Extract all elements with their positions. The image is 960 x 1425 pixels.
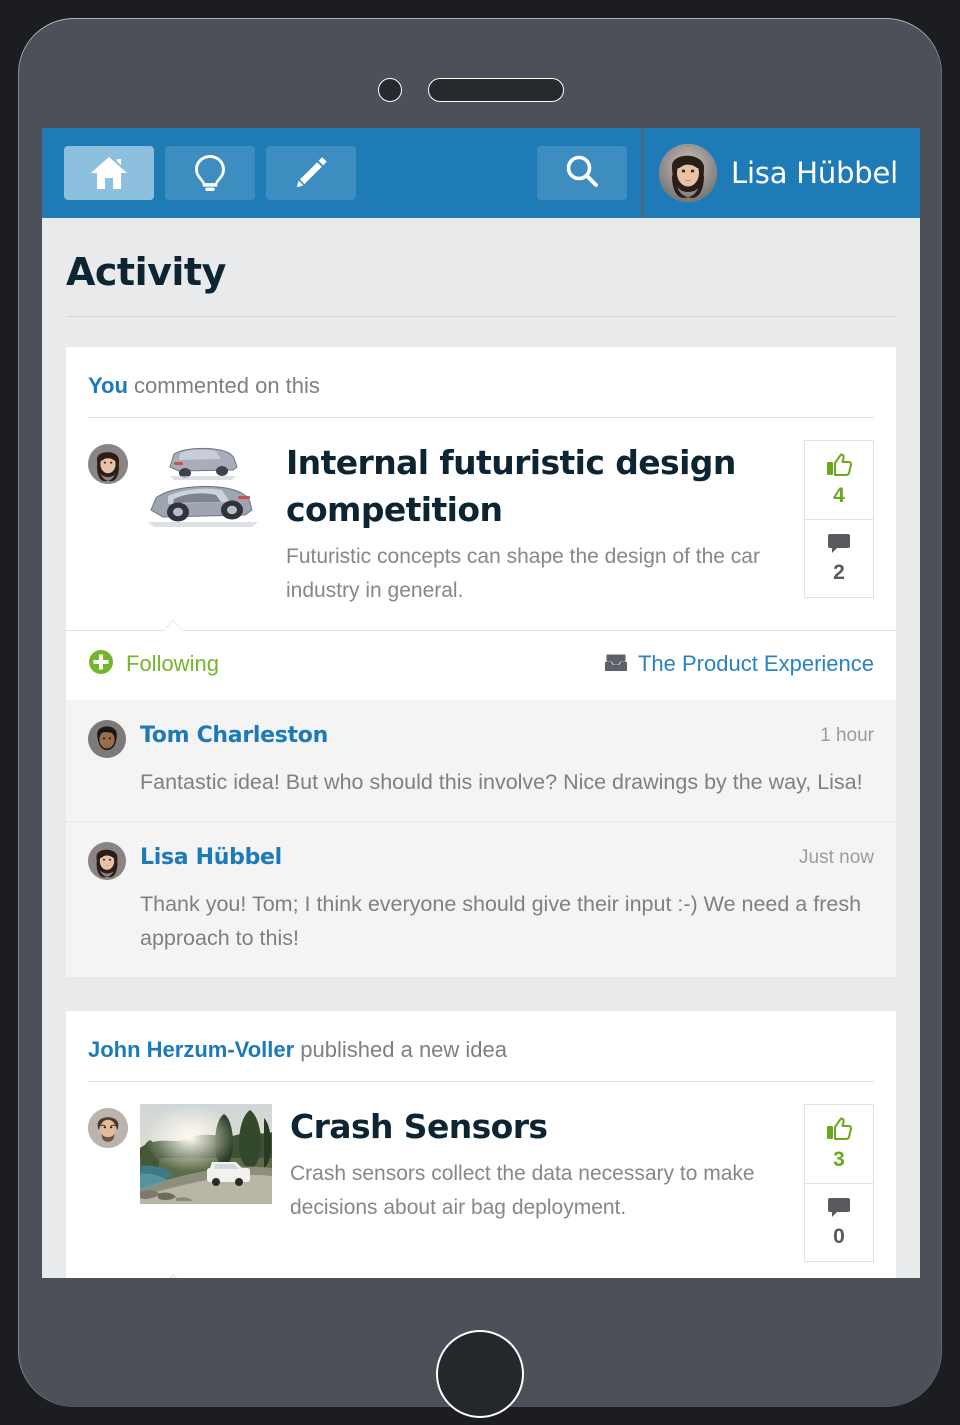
comment-count: 0 [833, 1225, 845, 1249]
comment-stat[interactable]: 2 [805, 519, 873, 597]
screenshot-stage: Lisa Hübbel Activity You commented on th… [0, 0, 960, 1425]
plus-circle-icon [88, 649, 114, 680]
idea-description: Crash sensors collect the data necessary… [290, 1162, 755, 1220]
speaker-grille [428, 78, 564, 102]
comment-author[interactable]: Lisa Hübbel [140, 842, 799, 870]
card-action-text: published a new idea [294, 1037, 508, 1063]
comment-body: Thank you! Tom; I think everyone should … [140, 892, 862, 950]
like-count: 3 [833, 1147, 845, 1171]
thumbs-up-icon [826, 1117, 853, 1146]
idea-stats: 3 0 [804, 1104, 874, 1263]
comment-bubble-icon [826, 532, 852, 559]
comment-body: Fantastic idea! But who should this invo… [140, 769, 863, 794]
follow-label: Following [126, 651, 219, 677]
app-header: Lisa Hübbel [42, 128, 920, 218]
like-count: 4 [833, 483, 845, 507]
thumbs-up-icon [826, 453, 853, 482]
card-header: You commented on this [66, 347, 896, 418]
idea-stats: 4 2 [804, 440, 874, 598]
nav-button-ideas[interactable] [165, 146, 255, 200]
comment-item: Tom Charleston 1 hour Fantastic idea! Bu… [66, 699, 896, 822]
card-actor-link[interactable]: You [88, 373, 128, 398]
pencil-icon [292, 154, 330, 192]
tablet-screen: Lisa Hübbel Activity You commented on th… [42, 128, 920, 1278]
comment-time: 1 hour [820, 724, 874, 746]
nav-button-compose[interactable] [266, 146, 356, 200]
comment-count: 2 [833, 561, 845, 584]
footer-notch [162, 1274, 184, 1278]
channel-label: The Product Experience [637, 651, 874, 677]
avatar [88, 444, 128, 484]
comment-header: Lisa Hübbel Just now [88, 842, 874, 881]
idea-description: Futuristic concepts can shape the design… [286, 544, 760, 602]
search-icon [564, 153, 600, 194]
home-button[interactable] [436, 1330, 524, 1418]
activity-page: Activity You commented on this Internal … [42, 218, 920, 1278]
search-button[interactable] [536, 146, 627, 200]
header-nav [64, 146, 356, 200]
comment-bubble-icon [826, 1196, 852, 1223]
nav-button-home[interactable] [64, 146, 154, 200]
comment-header: Tom Charleston 1 hour [88, 719, 874, 758]
lightbulb-icon [193, 153, 227, 193]
page-title: Activity [66, 250, 226, 294]
idea-text: Internal futuristic design competition F… [268, 440, 804, 608]
comment-time: Just now [799, 847, 874, 869]
card-header: John Herzum-Voller published a new idea [66, 1011, 896, 1083]
idea-thumbnail-forest-photo[interactable] [140, 1104, 272, 1205]
avatar [88, 719, 126, 758]
card-footer-divider [66, 619, 896, 632]
idea-thumbnail-car-sketch[interactable] [140, 440, 268, 532]
channel-link[interactable]: The Product Experience [604, 651, 874, 678]
activity-card: You commented on this Internal futuristi… [66, 347, 896, 978]
comment-item: Lisa Hübbel Just now Thank you! Tom; I t… [66, 821, 896, 978]
front-camera-icon [378, 78, 402, 102]
avatar [88, 842, 126, 881]
avatar [88, 1108, 128, 1149]
follow-toggle[interactable]: Following [88, 649, 219, 680]
idea-row: Crash Sensors Crash sensors collect the … [66, 1082, 896, 1272]
user-menu[interactable]: Lisa Hübbel [640, 128, 920, 218]
card-actor-link[interactable]: John Herzum-Voller [88, 1037, 294, 1062]
activity-card: John Herzum-Voller published a new idea [66, 1011, 896, 1278]
inbox-tray-icon [604, 651, 628, 678]
comment-stat[interactable]: 0 [805, 1183, 873, 1261]
card-action-text: commented on this [127, 373, 320, 398]
title-divider [66, 316, 896, 317]
idea-title[interactable]: Crash Sensors [290, 1104, 790, 1151]
footer-notch [162, 619, 184, 632]
idea-title[interactable]: Internal futuristic design competition [286, 440, 790, 534]
home-icon [89, 155, 129, 191]
avatar [658, 144, 717, 202]
idea-text: Crash Sensors Crash sensors collect the … [272, 1104, 804, 1262]
user-name-label: Lisa Hübbel [730, 156, 898, 190]
like-stat[interactable]: 3 [805, 1105, 873, 1183]
like-stat[interactable]: 4 [805, 441, 873, 519]
comment-author[interactable]: Tom Charleston [140, 720, 820, 748]
idea-row: Internal futuristic design competition F… [66, 418, 896, 618]
card-footer: Following The Product Experience [66, 631, 896, 700]
